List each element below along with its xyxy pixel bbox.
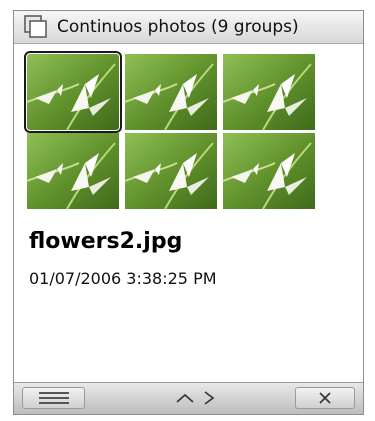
flower-photo-image <box>27 54 119 130</box>
photo-thumbnail[interactable] <box>24 51 122 133</box>
menu-icon <box>38 392 69 404</box>
photo-thumbnail[interactable] <box>223 133 315 209</box>
up-chevron-icon[interactable] <box>174 390 196 406</box>
softkey-bar <box>14 382 363 414</box>
flower-photo-image <box>27 133 119 209</box>
photo-thumbnail[interactable] <box>125 133 217 209</box>
thumbnail-grid <box>23 50 323 220</box>
photo-stack-icon <box>24 15 47 38</box>
selected-filename: flowers2.jpg <box>29 229 183 254</box>
menu-button[interactable] <box>22 387 85 409</box>
flower-photo-image <box>125 133 217 209</box>
window-title: Continuos photos (9 groups) <box>57 17 299 37</box>
flower-photo-image <box>125 54 217 130</box>
close-icon <box>319 392 331 404</box>
navigation-arrows[interactable] <box>174 388 234 408</box>
flower-photo-image <box>223 54 315 130</box>
photo-thumbnail[interactable] <box>223 54 315 130</box>
selected-timestamp: 01/07/2006 3:38:25 PM <box>29 269 217 288</box>
right-chevron-icon[interactable] <box>202 389 216 407</box>
photo-viewer-window: Continuos photos (9 groups) flowers2.jpg… <box>13 10 364 415</box>
title-bar: Continuos photos (9 groups) <box>14 11 363 44</box>
photo-thumbnail[interactable] <box>125 54 217 130</box>
photo-thumbnail[interactable] <box>27 133 119 209</box>
flower-photo-image <box>223 133 315 209</box>
close-button[interactable] <box>295 387 355 409</box>
